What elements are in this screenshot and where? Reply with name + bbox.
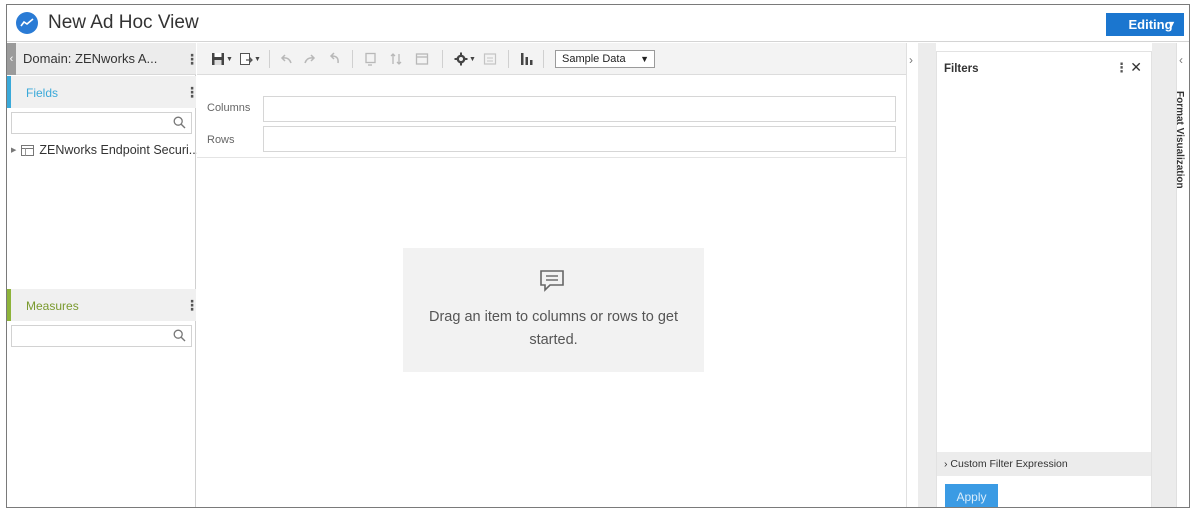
right-gutter: [1152, 43, 1176, 507]
fields-header: Fields ⋮: [7, 76, 199, 108]
toolbar-separator: [543, 50, 544, 68]
fields-search: [11, 112, 192, 134]
app-logo-icon: [16, 12, 38, 34]
filters-title: Filters: [944, 63, 979, 75]
page-title: New Ad Hoc View: [48, 12, 199, 33]
close-icon[interactable]: ✕: [1130, 59, 1142, 76]
measures-header: Measures ⋮: [7, 289, 199, 321]
toolbar-separator: [508, 50, 509, 68]
expand-triangle-icon[interactable]: ▶: [11, 146, 16, 154]
sort-icon[interactable]: [389, 51, 403, 67]
apply-button[interactable]: Apply: [945, 484, 998, 507]
search-icon[interactable]: [173, 116, 186, 129]
filters-gutter: [918, 43, 936, 507]
search-icon[interactable]: [173, 329, 186, 342]
filters-menu-icon[interactable]: ⋮: [1115, 61, 1128, 75]
measures-label: Measures: [26, 299, 79, 313]
message-icon: [540, 270, 564, 292]
undo-icon[interactable]: [279, 51, 293, 67]
divider: [197, 157, 906, 158]
chevron-down-icon: ▼: [640, 54, 649, 64]
toolbar: ▼ ▼ ▼ Sample Data ▼: [197, 43, 906, 75]
disabled-icon[interactable]: [483, 51, 497, 67]
side-tab-label-box: Format Visualization: [1174, 91, 1189, 231]
sample-data-select[interactable]: Sample Data ▼: [555, 50, 655, 68]
columns-label: Columns: [207, 102, 251, 114]
custom-filter-row: › Custom Filter Expression: [944, 458, 1068, 470]
table-icon: [21, 144, 35, 156]
chart-type-icon[interactable]: [520, 51, 534, 67]
format-visualization-label[interactable]: Format Visualization: [1174, 91, 1185, 189]
sample-data-label: Sample Data: [562, 53, 626, 65]
measures-search-input[interactable]: [12, 326, 162, 346]
data-source-panel: ‹ Domain: ZENworks A... ⋮ Fields ⋮ ▶ ZEN…: [7, 43, 199, 507]
rows-drop-zone[interactable]: [263, 126, 896, 152]
chevron-left-icon[interactable]: ‹: [1179, 53, 1183, 67]
custom-filter-expression[interactable]: › Custom Filter Expression: [937, 452, 1151, 476]
tree-item-label: ZENworks Endpoint Securi...: [39, 143, 200, 157]
toolbar-separator: [352, 50, 353, 68]
pivot-icon[interactable]: [364, 51, 378, 67]
collapse-left-icon[interactable]: ‹: [7, 43, 16, 75]
fields-label: Fields: [26, 86, 59, 100]
export-icon[interactable]: ▼: [239, 51, 261, 67]
editing-mode-label: Editing: [1128, 17, 1173, 32]
domain-label[interactable]: Domain: ZENworks A...: [23, 51, 157, 66]
toolbar-separator: [442, 50, 443, 68]
title-bar: New Ad Hoc View Editing ▼: [7, 5, 1189, 42]
toolbar-separator: [269, 50, 270, 68]
filters-header: Filters ⋮ ✕: [937, 52, 1151, 80]
filters-toggle-rail[interactable]: ›: [906, 43, 918, 507]
empty-message: Drag an item to columns or rows to get s…: [428, 309, 679, 348]
measures-search: [11, 325, 192, 347]
rows-label: Rows: [207, 134, 235, 146]
chevron-right-icon[interactable]: ›: [909, 53, 913, 67]
canvas-area: ▼ ▼ ▼ Sample Data ▼ Columns Rows Drag an…: [197, 43, 906, 507]
format-visualization-tab[interactable]: ‹ Format Visualization: [1174, 43, 1189, 507]
undo-all-icon[interactable]: [327, 51, 341, 67]
columns-drop-zone[interactable]: [263, 96, 896, 122]
editing-mode-button[interactable]: Editing ▼: [1106, 13, 1184, 36]
caret-down-icon: ▼: [1167, 19, 1176, 29]
options-icon[interactable]: ▼: [454, 51, 476, 67]
save-icon[interactable]: ▼: [211, 51, 233, 67]
empty-state: Drag an item to columns or rows to get s…: [403, 248, 704, 372]
measures-accent: [7, 289, 11, 321]
fields-search-input[interactable]: [12, 113, 162, 133]
fields-accent: [7, 76, 11, 108]
tree-item-zenworks[interactable]: ▶ ZENworks Endpoint Securi...: [11, 143, 199, 157]
domain-bar: ‹ Domain: ZENworks A... ⋮: [7, 43, 199, 75]
app-window: New Ad Hoc View Editing ▼ ‹ Domain: ZENw…: [6, 4, 1190, 508]
custom-filter-label: Custom Filter Expression: [950, 458, 1068, 470]
filters-panel: Filters ⋮ ✕ › Custom Filter Expression A…: [936, 51, 1152, 507]
layout-icon[interactable]: [415, 51, 429, 67]
redo-icon[interactable]: [303, 51, 317, 67]
